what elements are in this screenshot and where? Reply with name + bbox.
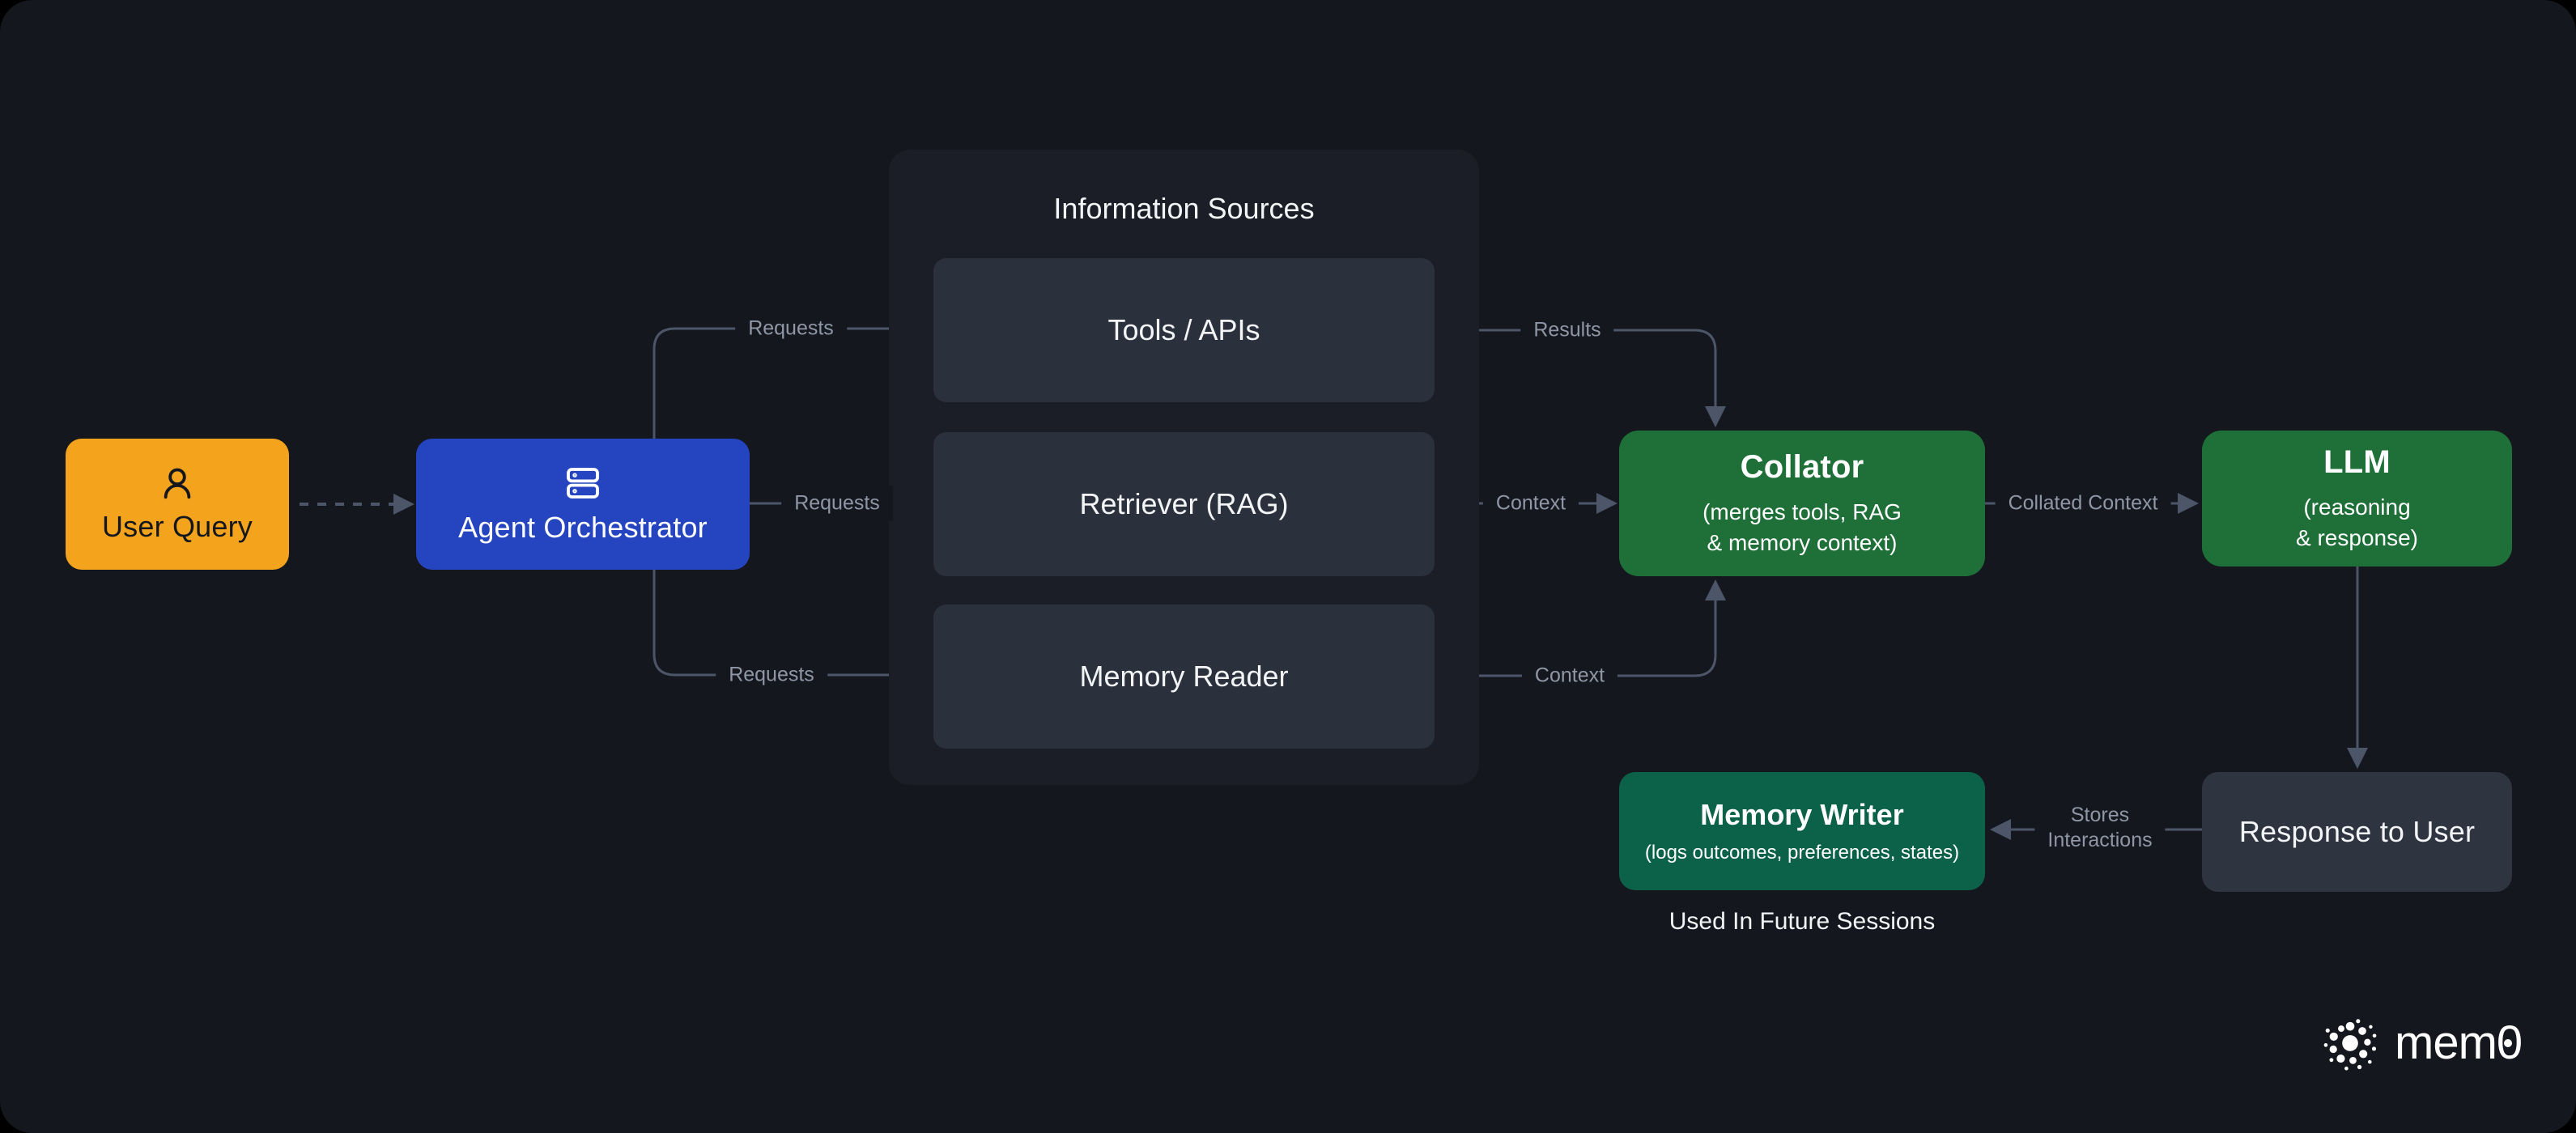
llm-subtitle: (reasoning & response) (2296, 492, 2418, 554)
node-collator: Collator (merges tools, RAG & memory con… (1619, 431, 1985, 576)
arrowhead-up-collator-bottom (1705, 579, 1726, 600)
edge-label-requests-bottom: Requests (716, 657, 827, 692)
edge-label-collated-context: Collated Context (1996, 486, 2171, 520)
user-icon (159, 465, 196, 502)
memory-writer-title: Memory Writer (1700, 798, 1903, 832)
collator-subtitle: (merges tools, RAG & memory context) (1702, 497, 1902, 558)
arrowhead-left-memory-writer (1990, 819, 2011, 840)
node-user-query: User Query (66, 439, 289, 570)
mem0-burst-icon (2320, 1013, 2380, 1073)
memory-reader-label: Memory Reader (1079, 660, 1288, 694)
node-llm: LLM (reasoning & response) (2202, 431, 2512, 566)
mem0-logo: mem0 (2320, 1013, 2522, 1073)
arrowhead-right-orchestrator (393, 494, 414, 515)
edge-label-stores-interactions: Stores Interactions (2034, 798, 2165, 859)
agent-orchestrator-label: Agent Orchestrator (458, 511, 708, 545)
node-memory-reader: Memory Reader (933, 605, 1435, 749)
edge-label-results: Results (1520, 312, 1613, 347)
node-response-to-user: Response to User (2202, 772, 2512, 892)
mem0-logo-text: mem0 (2395, 1020, 2522, 1067)
tools-apis-label: Tools / APIs (1107, 313, 1260, 347)
arrowhead-right-collator-left (1596, 493, 1617, 514)
edge-label-context-bottom: Context (1522, 658, 1617, 693)
arrowhead-down-response (2347, 748, 2368, 769)
arrowhead-down-collator-top (1705, 406, 1726, 427)
node-agent-orchestrator: Agent Orchestrator (416, 439, 750, 570)
node-memory-writer: Memory Writer (logs outcomes, preference… (1619, 772, 1985, 890)
node-retriever-rag: Retriever (RAG) (933, 432, 1435, 576)
information-sources-panel: Information Sources Tools / APIs Retriev… (889, 150, 1479, 785)
response-to-user-label: Response to User (2239, 815, 2475, 849)
information-sources-title: Information Sources (889, 192, 1479, 226)
edge-label-requests-top: Requests (735, 311, 847, 346)
retriever-rag-label: Retriever (RAG) (1079, 487, 1288, 521)
memory-writer-subtitle: (logs outcomes, preferences, states) (1645, 842, 1959, 864)
user-query-label: User Query (102, 510, 253, 544)
llm-title: LLM (2323, 444, 2391, 481)
diagram-canvas: User Query Agent Orchestrator Informatio… (0, 0, 2576, 1133)
collator-title: Collator (1741, 449, 1864, 486)
edge-label-context-middle: Context (1483, 486, 1579, 520)
used-in-future-sessions-caption: Used In Future Sessions (1619, 908, 1985, 936)
server-stack-icon (563, 464, 602, 503)
arrowhead-right-llm (2178, 493, 2199, 514)
node-tools-apis: Tools / APIs (933, 258, 1435, 402)
edge-label-requests-middle: Requests (781, 486, 893, 520)
